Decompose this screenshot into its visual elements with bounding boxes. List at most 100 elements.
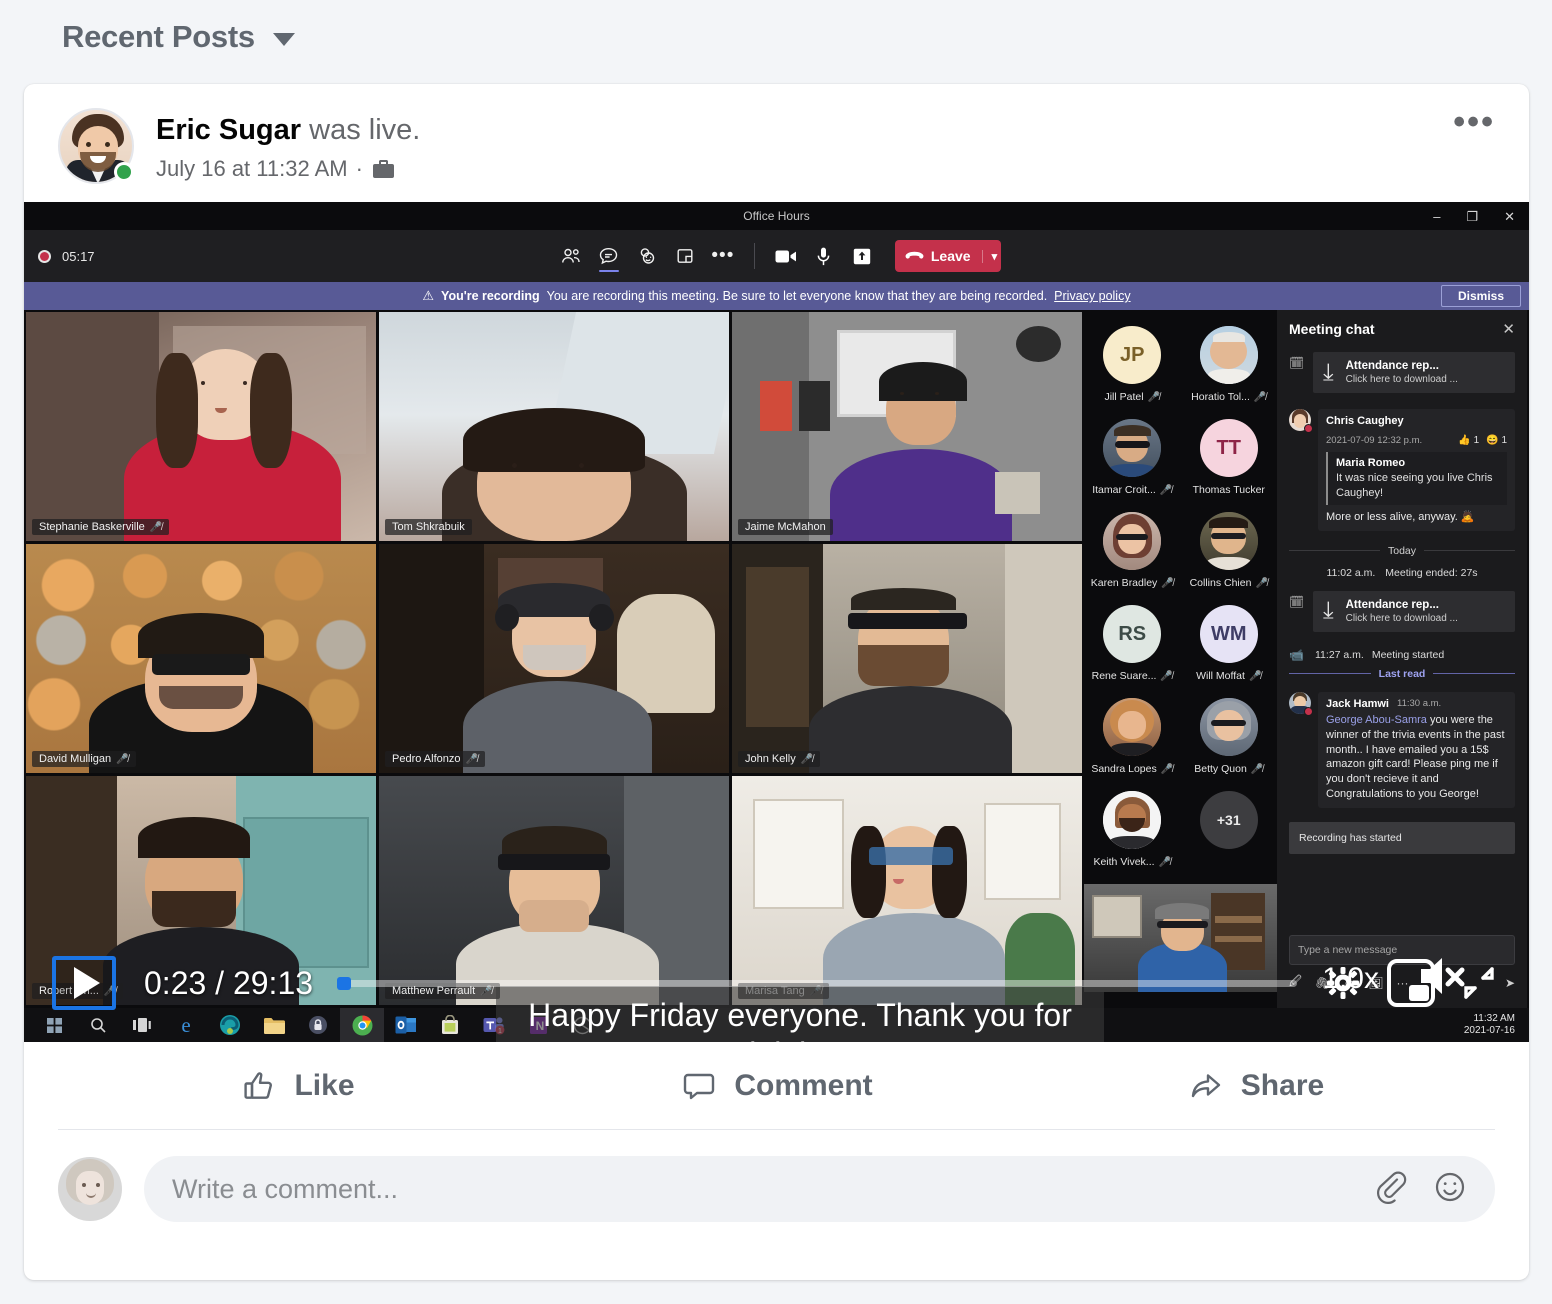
tile-name: Pedro Alfonzo — [392, 753, 461, 765]
close-icon[interactable]: ✕ — [1502, 320, 1515, 338]
last-read-label: Last read — [1378, 667, 1426, 680]
maximize-icon[interactable]: ❐ — [1466, 210, 1478, 223]
window-controls: – ❐ ✕ — [1433, 202, 1515, 230]
video-tile[interactable]: Pedro Alfonzo 🎤̸ — [379, 544, 729, 773]
comment-button[interactable]: Comment — [537, 1067, 1016, 1105]
privacy-policy-link[interactable]: Privacy policy — [1054, 289, 1130, 303]
tile-name: Tom Shkrabuik — [392, 521, 465, 533]
muted-mic-icon: 🎤̸ — [480, 985, 493, 997]
avatar-initials: WM — [1210, 622, 1247, 645]
current-user-avatar[interactable] — [58, 1157, 122, 1221]
like-label: Like — [294, 1068, 355, 1102]
video-tile[interactable]: Stephanie Baskerville 🎤̸ — [26, 312, 376, 541]
post-author-name[interactable]: Eric Sugar — [156, 114, 301, 146]
playback-speed-badge[interactable]: 1.0x — [1322, 962, 1379, 996]
chat-reactions[interactable]: 👍 1 😄 1 — [1458, 435, 1507, 446]
recording-banner: ⚠ You're recording You are recording thi… — [24, 282, 1529, 310]
security-icon[interactable] — [296, 1008, 340, 1042]
video-tile[interactable]: Marisa Tang 🎤̸ — [732, 776, 1082, 1005]
people-icon[interactable] — [552, 237, 590, 275]
chrome-icon[interactable] — [340, 1008, 384, 1042]
attendance-report-card[interactable]: ⤓ Attendance rep... Click here to downlo… — [1313, 590, 1515, 632]
banner-bold-text: You're recording — [441, 289, 540, 303]
like-button[interactable]: Like — [58, 1067, 537, 1105]
onenote-icon[interactable]: N — [516, 1008, 560, 1042]
chat-message-text: More or less alive, anyway. 🙇 — [1326, 511, 1475, 524]
thumbs-up-reaction[interactable]: 👍 1 — [1458, 435, 1479, 446]
clock-date: 2021-07-16 — [1463, 1025, 1515, 1036]
microphone-icon[interactable] — [805, 237, 843, 275]
video-tile[interactable]: Tom Shkrabuik — [379, 312, 729, 541]
reactions-icon[interactable] — [628, 237, 666, 275]
avatar — [1103, 791, 1162, 849]
roster-participant[interactable]: Sandra Lopes 🎤̸ — [1084, 698, 1181, 775]
play-button[interactable] — [52, 956, 116, 1010]
minimize-icon[interactable]: – — [1433, 210, 1440, 223]
leave-button-label: Leave — [930, 248, 971, 264]
briefcase-icon — [372, 160, 394, 179]
chat-attachment-message: 🗓 ⤓ Attendance rep... Click here to down… — [1289, 590, 1515, 632]
video-tile[interactable]: David Mulligan 🎤̸ — [26, 544, 376, 773]
roster-participant[interactable]: WM Will Moffat 🎤̸ — [1181, 605, 1278, 682]
muted-mic-icon: 🎤̸ — [149, 521, 163, 533]
roster-participant[interactable]: JP Jill Patel 🎤̸ — [1084, 326, 1181, 403]
post-timestamp[interactable]: July 16 at 11:32 AM — [156, 156, 348, 182]
teams-icon[interactable]: 1 — [472, 1008, 516, 1042]
recent-posts-filter[interactable]: Recent Posts — [0, 0, 1552, 70]
toolbar-more-icon[interactable]: ••• — [704, 237, 742, 275]
search-icon[interactable] — [76, 1008, 120, 1042]
leave-dropdown-caret-icon[interactable]: ▾ — [981, 249, 997, 263]
toolbar-center-group: ••• Leave ▾ — [24, 237, 1529, 275]
task-view-icon[interactable] — [120, 1008, 164, 1042]
seek-handle[interactable] — [337, 976, 352, 990]
roster-video-tile[interactable] — [1084, 884, 1277, 992]
close-icon[interactable]: ✕ — [1504, 210, 1515, 223]
store-icon[interactable] — [428, 1008, 472, 1042]
video-tile[interactable]: Matthew Perrault 🎤̸ — [379, 776, 729, 1005]
send-icon[interactable]: ➤ — [1505, 976, 1515, 990]
mention[interactable]: George Abou-Samra — [1326, 714, 1427, 726]
taskbar-clock[interactable]: 11:32 AM 2021-07-16 — [1464, 1013, 1529, 1038]
roster-grid: JP Jill Patel 🎤̸ Horatio Tol... 🎤̸ Itama… — [1084, 326, 1277, 884]
roster-overflow[interactable]: +31 — [1181, 791, 1278, 868]
leave-button[interactable]: Leave ▾ — [894, 240, 1002, 272]
camera-icon[interactable] — [767, 237, 805, 275]
roster-participant[interactable]: RS Rene Suare... 🎤̸ — [1084, 605, 1181, 682]
muted-speaker-icon[interactable] — [1417, 952, 1469, 1000]
roster-participant[interactable]: Keith Vivek... 🎤̸ — [1084, 791, 1181, 868]
muted-mic-icon: 🎤̸ — [1253, 391, 1267, 403]
outlook-icon[interactable] — [384, 1008, 428, 1042]
start-icon[interactable] — [32, 1008, 76, 1042]
avatar: TT — [1199, 419, 1258, 477]
roster-participant[interactable]: Itamar Croit... 🎤̸ — [1084, 419, 1181, 496]
roster-participant[interactable]: TT Thomas Tucker — [1181, 419, 1278, 496]
other-icon[interactable] — [560, 1008, 604, 1042]
roster-participant[interactable]: Horatio Tol... 🎤̸ — [1181, 326, 1278, 403]
laugh-reaction[interactable]: 😄 1 — [1486, 435, 1507, 446]
comment-input[interactable]: Write a comment... — [144, 1156, 1495, 1222]
chat-icon[interactable] — [590, 237, 628, 275]
share-screen-icon[interactable] — [843, 237, 881, 275]
video-player[interactable]: Office Hours – ❐ ✕ 05:17 ••• Leave ▾ ⚠ Y… — [24, 202, 1529, 1042]
internet-explorer-icon[interactable]: e — [164, 1008, 208, 1042]
roster-participant[interactable]: Collins Chien 🎤̸ — [1181, 512, 1278, 589]
smiley-icon[interactable] — [1433, 1170, 1467, 1209]
video-tile[interactable]: Jaime McMahon — [732, 312, 1082, 541]
dismiss-button[interactable]: Dismiss — [1440, 285, 1521, 307]
chevron-down-icon[interactable] — [272, 32, 295, 46]
paperclip-icon[interactable] — [1373, 1170, 1407, 1209]
post-options-button[interactable]: ••• — [1453, 105, 1495, 139]
roster-participant[interactable]: Karen Bradley 🎤̸ — [1084, 512, 1181, 589]
roster-participant[interactable]: Betty Quon 🎤̸ — [1181, 698, 1278, 775]
tile-name-badge: David Mulligan 🎤̸ — [32, 751, 136, 767]
attendance-report-card[interactable]: ⤓ Attendance rep... Click here to downlo… — [1313, 352, 1515, 393]
share-button[interactable]: Share — [1016, 1067, 1495, 1105]
comment-composer: Write a comment... — [24, 1130, 1529, 1222]
file-explorer-icon[interactable] — [252, 1008, 296, 1042]
edge-icon[interactable] — [208, 1008, 252, 1042]
post-action-text: was live. — [301, 114, 421, 146]
breakout-rooms-icon[interactable] — [666, 237, 704, 275]
seek-bar[interactable] — [337, 976, 1297, 990]
video-tile[interactable]: John Kelly 🎤̸ — [732, 544, 1082, 773]
author-avatar[interactable] — [58, 108, 134, 184]
